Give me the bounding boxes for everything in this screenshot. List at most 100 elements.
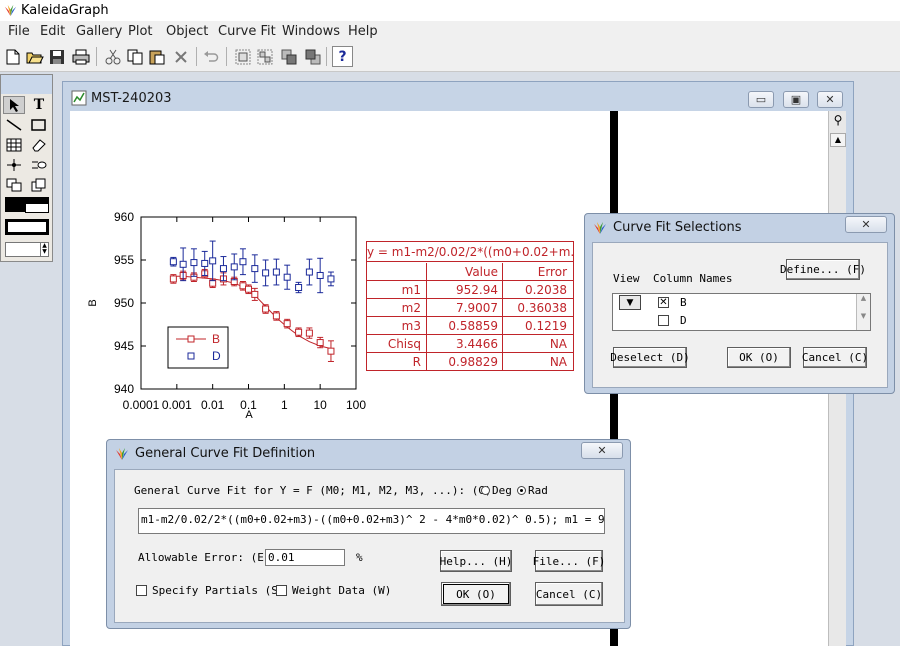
column-list: ▼ ✕ B D ▲ ▼ [612, 293, 871, 331]
close-icon: ✕ [597, 444, 607, 457]
fit-param-name: m1 [367, 281, 427, 299]
fit-param-value: 0.98829 [427, 353, 503, 371]
fit-row: m1 952.94 0.2038 [367, 281, 573, 299]
column-d-label: D [680, 314, 687, 327]
series-d-point [169, 258, 177, 266]
x-tick-label: 0.001 [162, 398, 192, 412]
deselect-button[interactable]: Deselect (D) [610, 347, 690, 368]
y-tick-label: 940 [114, 382, 134, 396]
view-label: View [613, 272, 640, 285]
fit-header-value: Value [427, 263, 503, 281]
close-dialog-button[interactable]: ✕ [581, 442, 623, 459]
y-tick-label: 945 [114, 339, 134, 353]
allowable-error-field[interactable]: 0.01 [265, 549, 345, 566]
percent-label: % [356, 551, 363, 564]
series-b-point [305, 329, 313, 337]
weight-data-label: Weight Data (W) [292, 584, 392, 597]
series-d-point [209, 257, 217, 265]
fit-header-row: Value Error [367, 263, 573, 281]
fit-header-name [367, 263, 427, 281]
view-dropdown-button[interactable]: ▼ [619, 295, 641, 310]
specify-partials-checkbox[interactable] [136, 585, 147, 596]
fit-param-name: m3 [367, 317, 427, 335]
series-d-point [272, 268, 280, 276]
fit-row: R 0.98829 NA [367, 353, 573, 371]
series-b-point [169, 275, 177, 283]
allowable-error-label: Allowable Error: (E) [138, 551, 271, 564]
x-tick-label: 1 [281, 398, 288, 412]
fit-row: m3 0.58859 0.1219 [367, 317, 573, 335]
fit-param-error: NA [549, 355, 567, 369]
series-d-point [219, 265, 227, 273]
rad-label: Rad [528, 484, 548, 497]
y-tick-label: 960 [114, 210, 134, 224]
series-d-point [295, 284, 303, 292]
column-list-scrollbar[interactable]: ▲ ▼ [856, 294, 870, 330]
series-d-point [230, 263, 238, 271]
fit-equation-field[interactable]: m1-m2/0.02/2*((m0+0.02+m3)-((m0+0.02+m3)… [138, 508, 605, 534]
x-tick-label: 100 [346, 398, 366, 412]
help-button[interactable]: Help... (H) [440, 550, 512, 572]
rad-radio[interactable] [517, 486, 526, 495]
series-b-point [327, 347, 335, 355]
close-icon: ✕ [861, 218, 871, 231]
dialog-title: Curve Fit Selections [613, 220, 742, 235]
legend-label-d: D [212, 349, 221, 363]
kaleidagraph-logo-icon [116, 448, 128, 460]
series-d-point [305, 268, 313, 276]
fit-param-name: Chisq [367, 335, 427, 353]
column-names-label: Column Names [653, 272, 733, 285]
file-button[interactable]: File... (F) [533, 550, 605, 572]
legend-marker-d [187, 352, 195, 360]
general-curve-fit-dialog: General Curve Fit Definition ✕ General C… [106, 439, 631, 629]
fit-results-table[interactable]: y = m1-m2/0.02/2*((m0+0.02+m... Value Er… [366, 241, 574, 371]
fit-param-value: 0.58859 [427, 317, 503, 335]
legend-label-b: B [212, 332, 220, 346]
y-tick-label: 955 [114, 253, 134, 267]
series-b-point [283, 320, 291, 328]
fit-param-name: R [367, 353, 427, 371]
fit-param-error: 0.36038 [517, 301, 567, 315]
fit-equation: y = m1-m2/0.02/2*((m0+0.02+m... [367, 242, 573, 262]
kaleidagraph-logo-icon [594, 222, 606, 234]
series-d-point [327, 275, 335, 283]
cancel-button[interactable]: Cancel (C) [535, 582, 603, 606]
series-d-point [239, 258, 247, 266]
deg-radio[interactable] [481, 486, 490, 495]
fit-param-error: 0.2038 [525, 283, 567, 297]
cancel-button[interactable]: Cancel (C) [802, 347, 868, 368]
weight-data-checkbox[interactable] [276, 585, 287, 596]
dialog-body: Define... (F) View Column Names ▼ ✕ B D … [592, 242, 888, 388]
dialog-title: General Curve Fit Definition [135, 446, 316, 461]
column-b-label: B [680, 296, 687, 309]
ok-button[interactable]: OK (O) [727, 347, 791, 368]
series-b-point [316, 339, 324, 347]
series-d-point [262, 269, 270, 277]
deg-label: Deg [492, 484, 512, 497]
fit-header-error: Error [537, 265, 567, 279]
series-d-point [201, 259, 209, 267]
fit-param-name: m2 [367, 299, 427, 317]
close-dialog-button[interactable]: ✕ [845, 216, 887, 233]
series-d-point [190, 259, 198, 267]
ok-button[interactable]: OK (O) [441, 582, 511, 606]
series-d-point [283, 273, 291, 281]
fit-prompt-label: General Curve Fit for Y = F (M0; M1, M2,… [134, 484, 492, 497]
series-b-point [245, 285, 252, 293]
fit-param-error: NA [549, 337, 567, 351]
fit-param-error: 0.1219 [525, 319, 567, 333]
series-d-point [251, 265, 259, 273]
series-b-point [272, 312, 280, 320]
series-b-point [251, 290, 259, 298]
fit-row: Chisq 3.4466 NA [367, 335, 573, 353]
specify-partials-label: Specify Partials (S) [152, 584, 285, 597]
column-b-checkbox[interactable]: ✕ [658, 297, 669, 308]
dialog-body: General Curve Fit for Y = F (M0; M1, M2,… [114, 469, 625, 623]
column-d-checkbox[interactable] [658, 315, 669, 326]
series-d-point [316, 271, 324, 279]
fit-param-value: 7.9007 [427, 299, 503, 317]
y-axis-label: B [87, 299, 99, 306]
define-button[interactable]: Define... (F) [780, 259, 866, 280]
fit-param-value: 3.4466 [427, 335, 503, 353]
y-tick-label: 950 [114, 296, 134, 310]
